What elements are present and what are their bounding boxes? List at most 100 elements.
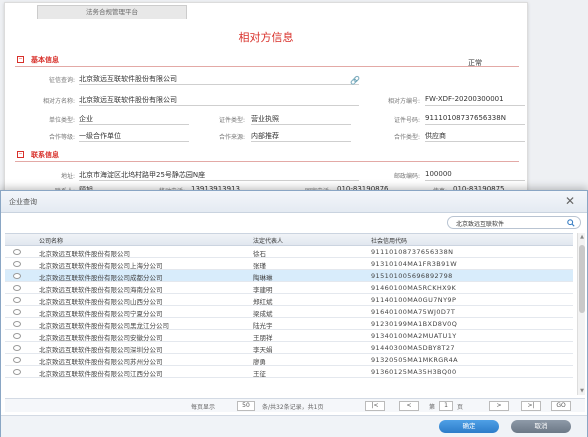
- go-button[interactable]: GO: [551, 401, 571, 411]
- credit-query-underline: [79, 84, 359, 85]
- cert-type-underline: [251, 124, 351, 125]
- cell-company-name: 北京致远互联软件股份有限公司江西分公司: [39, 370, 163, 378]
- table-row[interactable]: 北京致远互联软件股份有限公司 徐石 91110108737656338N: [5, 246, 573, 258]
- cell-legal-rep: 李天娟: [253, 346, 273, 354]
- page-number-input[interactable]: 1: [439, 401, 453, 411]
- next-page-button[interactable]: >: [489, 401, 509, 411]
- close-icon[interactable]: ✕: [565, 194, 575, 208]
- paperclip-icon[interactable]: 🔗: [350, 76, 360, 85]
- per-page-select[interactable]: 50: [237, 401, 255, 411]
- coop-source-field[interactable]: 内部推荐: [251, 131, 279, 141]
- table-row[interactable]: 北京致远互联软件股份有限公司江西分公司 王征 91360125MA35H3BQ00: [5, 366, 573, 378]
- scroll-down-icon[interactable]: ▼: [579, 388, 585, 394]
- coop-source-underline: [251, 141, 351, 142]
- cell-credit-code: 91140100MA0GU7NY9P: [371, 296, 457, 304]
- cell-credit-code: 915101005696892798: [371, 272, 453, 280]
- cert-no-field[interactable]: 91110108737656338N: [425, 114, 506, 122]
- status-text: 正常: [468, 59, 482, 67]
- scroll-up-icon[interactable]: ▲: [579, 234, 585, 240]
- collapse-icon[interactable]: −: [17, 151, 24, 158]
- party-name-underline: [79, 105, 359, 106]
- dialog-title: 企业查询: [9, 198, 37, 206]
- cell-credit-code: 91110108737656338N: [371, 248, 454, 256]
- coop-level-label: 合作等级:: [48, 134, 75, 141]
- row-radio[interactable]: [13, 273, 21, 279]
- coop-type-underline: [425, 141, 525, 142]
- table-row[interactable]: 北京致远互联软件股份有限公司成都分公司 陶琳琳 915101005696892798: [5, 270, 573, 282]
- row-radio[interactable]: [13, 369, 21, 375]
- coop-type-field[interactable]: 供应商: [425, 131, 446, 141]
- cancel-button[interactable]: 取消: [511, 420, 571, 433]
- last-page-button[interactable]: >|: [521, 401, 541, 411]
- pagination-bar: 每页显示 50 条/共32条记录，共1页 |< < 第 1 页 > >| GO: [5, 398, 585, 412]
- cell-legal-rep: 陶琳琳: [253, 274, 273, 282]
- unit-type-underline: [79, 124, 189, 125]
- confirm-button[interactable]: 确定: [439, 420, 499, 433]
- search-input[interactable]: [456, 218, 566, 228]
- table-row[interactable]: 北京致远互联软件股份有限公司深圳分公司 李天娟 91440300MA5DBY8T27: [5, 342, 573, 354]
- record-summary: 条/共32条记录，共1页: [262, 404, 324, 411]
- address-underline: [79, 180, 359, 181]
- table-row[interactable]: 北京致远互联软件股份有限公司上海分公司 张瑾 91310104MA1FR3B91W: [5, 258, 573, 270]
- table-row[interactable]: 北京致远互联软件股份有限公司安徽分公司 王朋祥 91340100MA2MUATU1Y: [5, 330, 573, 342]
- row-radio[interactable]: [13, 333, 21, 339]
- cell-legal-rep: 廖勇: [253, 358, 266, 366]
- cert-no-label: 证件号码:: [393, 117, 420, 124]
- address-field[interactable]: 北京市海淀区北坞村路甲25号静芯园N座: [79, 170, 205, 180]
- party-code-field[interactable]: FW-XDF-20200300001: [425, 95, 504, 103]
- address-label: 地址:: [60, 173, 75, 180]
- party-name-field[interactable]: 北京致远互联软件股份有限公司: [79, 95, 177, 105]
- search-box[interactable]: [447, 216, 581, 229]
- column-header-company[interactable]: 公司名称: [39, 236, 63, 245]
- cert-no-underline: [425, 124, 525, 125]
- cell-credit-code: 91340100MA2MUATU1Y: [371, 332, 457, 340]
- postcode-field[interactable]: 100000: [425, 170, 452, 178]
- party-code-underline: [425, 105, 525, 106]
- row-radio[interactable]: [13, 321, 21, 327]
- cell-company-name: 北京致远互联软件股份有限公司海南分公司: [39, 286, 163, 294]
- cell-legal-rep: 梁成斌: [253, 310, 273, 318]
- row-radio[interactable]: [13, 309, 21, 315]
- cell-legal-rep: 陆光宇: [253, 322, 273, 330]
- credit-query-field[interactable]: 北京致远互联软件股份有限公司: [79, 74, 177, 84]
- table-row[interactable]: 北京致远互联软件股份有限公司宁夏分公司 梁成斌 91640100MA75WJ0D7T: [5, 306, 573, 318]
- prev-page-button[interactable]: <: [399, 401, 419, 411]
- scrollbar[interactable]: ▲ ▼: [577, 233, 585, 395]
- dialog-header: 企业查询 ✕: [1, 191, 587, 213]
- row-radio[interactable]: [13, 345, 21, 351]
- scrollbar-thumb[interactable]: [579, 245, 585, 313]
- row-radio[interactable]: [13, 249, 21, 255]
- cell-credit-code: 91230199MA1BXD8V0Q: [371, 320, 458, 328]
- row-radio[interactable]: [13, 261, 21, 267]
- results-table: 公司名称 法定代表人 社会信用代码 北京致远互联软件股份有限公司 徐石 911101…: [5, 233, 573, 378]
- cell-credit-code: 91460100MA5RCKHX9K: [371, 284, 457, 292]
- column-header-credit-code[interactable]: 社会信用代码: [371, 236, 407, 245]
- row-radio[interactable]: [13, 297, 21, 303]
- cell-credit-code: 91640100MA75WJ0D7T: [371, 308, 456, 316]
- cell-legal-rep: 郑红斌: [253, 298, 273, 306]
- cert-type-field[interactable]: 营业执照: [251, 114, 279, 124]
- table-row[interactable]: 北京致远互联软件股份有限公司山西分公司 郑红斌 91140100MA0GU7NY9P: [5, 294, 573, 306]
- cell-company-name: 北京致远互联软件股份有限公司山西分公司: [39, 298, 163, 306]
- table-row[interactable]: 北京致远互联软件股份有限公司黑龙江分公司 陆光宇 91230199MA1BXD8V0…: [5, 318, 573, 330]
- search-icon[interactable]: [567, 219, 575, 227]
- section-contact-label: 联系信息: [31, 151, 59, 159]
- party-name-label: 相对方名称:: [42, 98, 75, 105]
- table-row[interactable]: 北京致远互联软件股份有限公司海南分公司 李建明 91460100MA5RCKHX9K: [5, 282, 573, 294]
- table-row[interactable]: 北京致远互联软件股份有限公司苏州分公司 廖勇 91320505MA1MKRGR4A: [5, 354, 573, 366]
- coop-level-field[interactable]: 一级合作单位: [79, 131, 121, 141]
- unit-type-field[interactable]: 企业: [79, 114, 93, 124]
- section-basic-label: 基本信息: [31, 56, 59, 64]
- row-radio[interactable]: [13, 285, 21, 291]
- row-radio[interactable]: [13, 357, 21, 363]
- cell-company-name: 北京致远互联软件股份有限公司上海分公司: [39, 262, 163, 270]
- coop-source-label: 合作来源:: [218, 134, 245, 141]
- collapse-icon[interactable]: −: [17, 56, 24, 63]
- platform-tab[interactable]: 法务合规管理平台: [37, 5, 187, 19]
- postcode-label: 邮政编码:: [393, 173, 420, 180]
- cell-credit-code: 91320505MA1MKRGR4A: [371, 356, 458, 364]
- column-header-rep[interactable]: 法定代表人: [253, 236, 283, 245]
- cell-credit-code: 91360125MA35H3BQ00: [371, 368, 457, 376]
- cell-credit-code: 91310104MA1FR3B91W: [371, 260, 458, 268]
- first-page-button[interactable]: |<: [365, 401, 385, 411]
